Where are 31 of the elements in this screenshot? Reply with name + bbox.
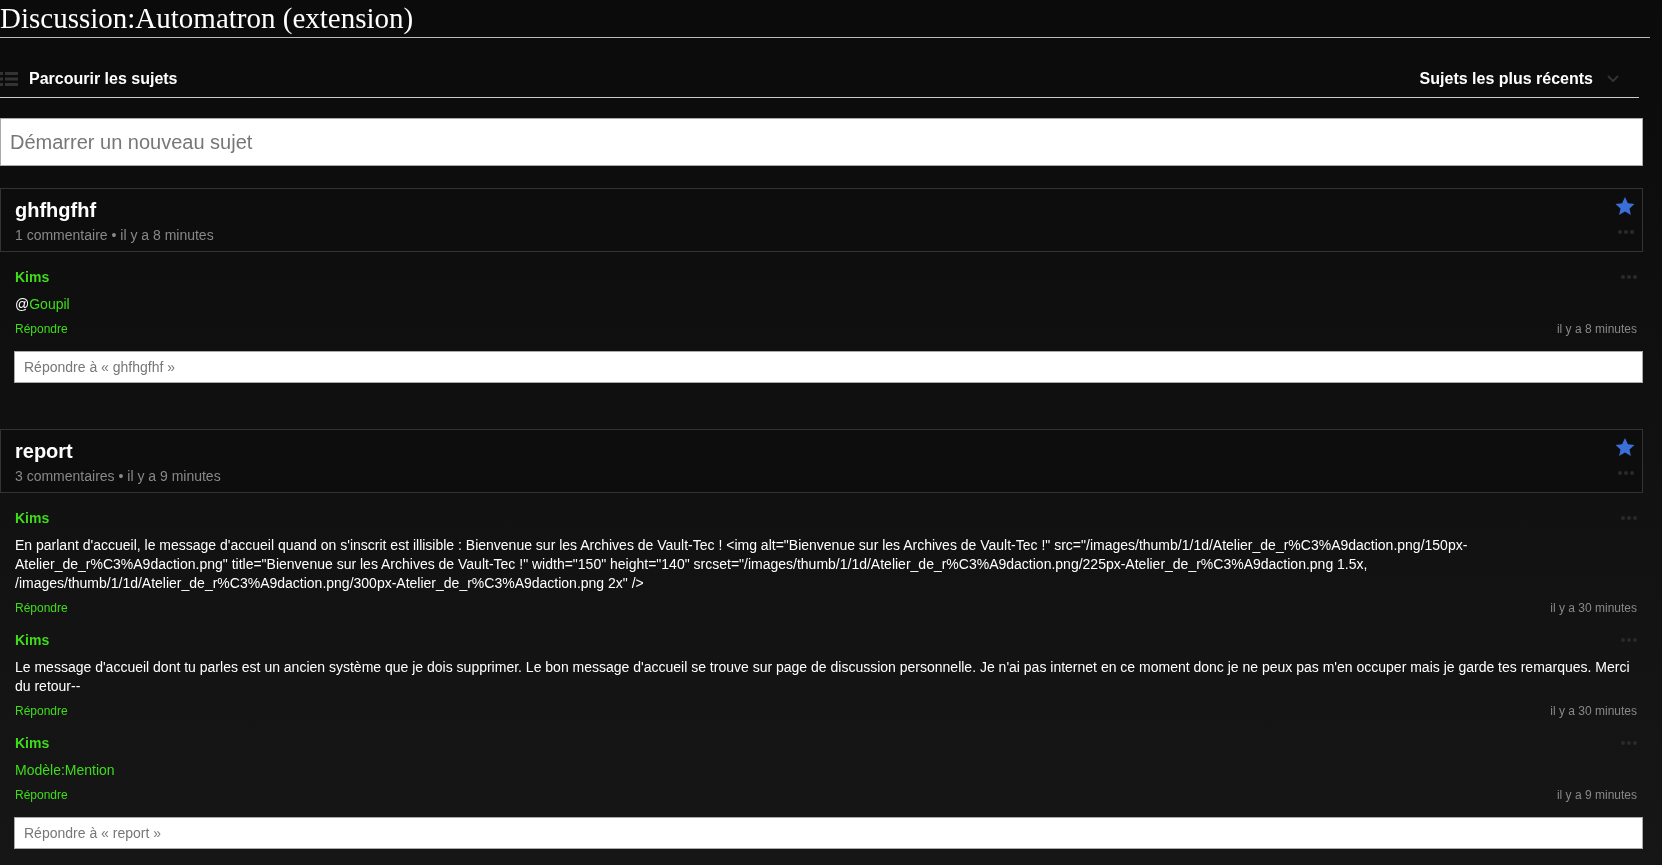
timestamp: il y a 8 minutes bbox=[1556, 322, 1637, 336]
comment-text: Le message d'accueil dont tu parles est un ancien système que je dois supprimer. Le bon message d'accueil se trouve sur page de discussion personnelle. Je n'ai pas internet en ce moment donc je ne peux pas m'en occuper mais je garde tes remarques. Merci du retour-- bbox=[15, 658, 1631, 696]
author-link[interactable]: Kims bbox=[15, 632, 50, 648]
reply-link[interactable]: Répondre bbox=[15, 704, 68, 718]
star-icon[interactable] bbox=[1615, 438, 1635, 457]
new-topic-field[interactable]: Démarrer un nouveau sujet bbox=[0, 118, 1643, 166]
list-icon[interactable] bbox=[0, 71, 18, 86]
caret-icon[interactable] bbox=[1607, 74, 1619, 83]
reply-link[interactable]: Répondre bbox=[15, 322, 68, 336]
reply-link[interactable]: Répondre bbox=[15, 601, 68, 615]
reply-field[interactable]: Répondre à « ghfhgfhf » bbox=[14, 351, 1643, 383]
page-title: Discussion:Automatron (extension) bbox=[0, 0, 1650, 38]
comment-text: @Goupil bbox=[15, 295, 71, 314]
reply-link[interactable]: Répondre bbox=[15, 788, 68, 802]
author-link[interactable]: Kims bbox=[15, 735, 50, 751]
star-icon[interactable] bbox=[1615, 197, 1635, 216]
reply-field[interactable]: Répondre à « report » bbox=[14, 817, 1643, 849]
topic-meta: 1 commentaire • il y a 8 minutes bbox=[15, 227, 214, 243]
mention-link[interactable]: Modèle:Mention bbox=[15, 762, 115, 778]
browse-topics-link[interactable]: Parcourir les sujets bbox=[29, 69, 178, 88]
timestamp: il y a 30 minutes bbox=[1550, 601, 1637, 615]
comment-text: En parlant d'accueil, le message d'accueil quand on s'inscrit est illisible : Bienvenue sur les Archives de Vault-Tec ! <img alt="Bienvenue sur les Archives de Vault-Tec !" src="/images/thumb/1/1d/Atelier_de_r%C3%A9daction.png/150px-Atelier_de_r%C3%A9daction.png" title="Bienvenue sur les Archives de Vault-Tec !" width="150" height="140" srcset="/images/thumb/1/1d/Atelier_de_r%C3%A9daction.png/225px-Atelier_de_r%C3%A9daction.png 1.5x, /images/thumb/1/1d/Atelier_de_r%C3%A9daction.png/300px-Atelier_de_r%C3%A9daction.png 2x" /> bbox=[15, 536, 1469, 593]
timestamp: il y a 30 minutes bbox=[1550, 704, 1637, 718]
author-link[interactable]: Kims bbox=[15, 269, 50, 285]
sort-dropdown[interactable]: Sujets les plus récents bbox=[1419, 69, 1593, 88]
mention-link[interactable]: Goupil bbox=[29, 296, 70, 312]
author-link[interactable]: Kims bbox=[15, 510, 50, 526]
topic-meta: 3 commentaires • il y a 9 minutes bbox=[15, 468, 221, 484]
timestamp: il y a 9 minutes bbox=[1556, 788, 1637, 802]
topic-title: ghfhgfhf bbox=[15, 198, 97, 222]
topic-title: report bbox=[15, 439, 73, 463]
